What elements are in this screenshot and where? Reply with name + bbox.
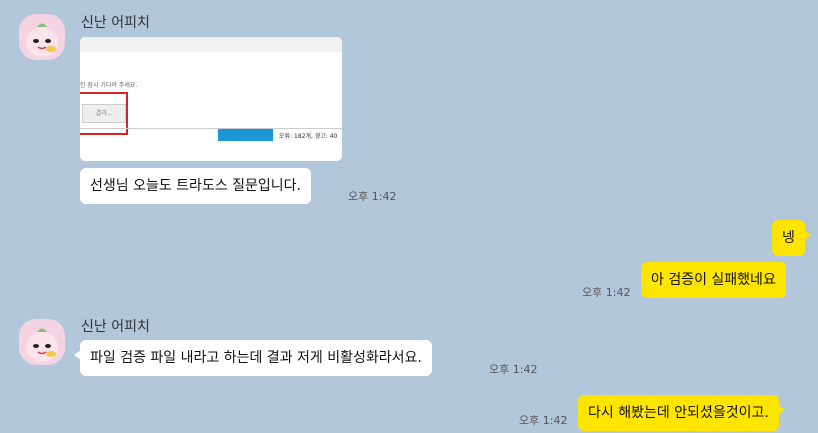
screenshot-dialog-text: 인 잠시 기다려 주세요. [80,82,138,89]
screenshot-status-text: 오류: 182개, 경고: 40 [279,133,338,140]
message-time: 오후 1:42 [582,286,631,299]
message-time: 오후 1:42 [348,190,397,203]
screenshot-results-button: 결과... [82,104,126,123]
message-bubble[interactable]: 다시 해봤는데 안되셨을것이고. [578,395,785,431]
sender-name: 신난 어피치 [81,15,150,31]
image-message[interactable]: 인 잠시 기다려 주세요. 결과... 오류: 182개, 경고: 40 [80,37,342,161]
message-bubble[interactable]: 선생님 오늘도 트라도스 질문입니다. [80,168,311,204]
sender-name: 신난 어피치 [81,319,150,335]
message-time: 오후 1:42 [489,363,538,376]
screenshot-titlebar [80,37,342,52]
message-bubble[interactable]: 아 검증이 실패했네요 [641,262,786,298]
screenshot-progress-bar [218,129,273,141]
message-bubble[interactable]: 넹 [772,220,811,256]
avatar-icon[interactable] [19,319,65,365]
avatar-icon[interactable] [19,14,65,60]
message-time: 오후 1:42 [519,414,568,427]
message-bubble[interactable]: 파일 검증 파일 내라고 하는데 결과 저게 비활성화라서요. [74,340,432,376]
